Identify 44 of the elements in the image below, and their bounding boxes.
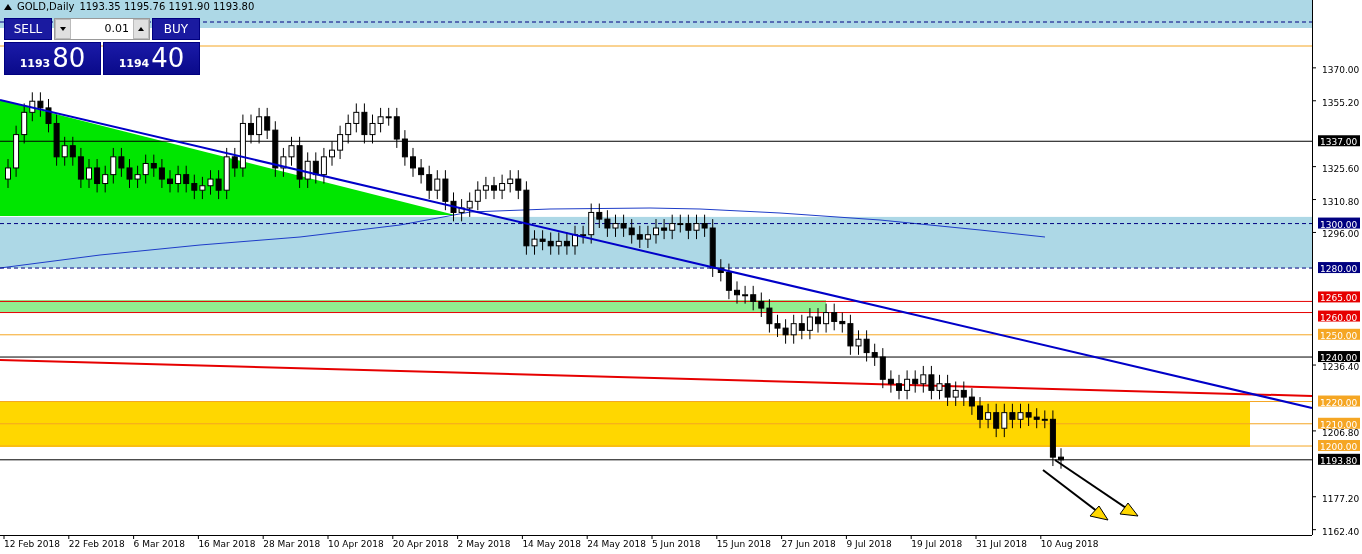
buy-button[interactable]: BUY xyxy=(152,18,200,40)
ohlc-values: 1193.35 1195.76 1191.90 1193.80 xyxy=(79,1,255,12)
date-tick-label: 22 Feb 2018 xyxy=(68,539,125,549)
date-tick-label: 27 Jun 2018 xyxy=(781,539,836,549)
symbol-label: GOLD,Daily xyxy=(17,1,75,12)
date-tick-label: 5 Jun 2018 xyxy=(652,539,701,549)
price-tick-label: 1236.40 xyxy=(1322,362,1360,373)
price-level-label: 1193.80 xyxy=(1318,453,1360,466)
date-tick-label: 31 Jul 2018 xyxy=(976,539,1027,549)
triangle-icon[interactable] xyxy=(4,3,12,10)
price-level-label: 1200.00 xyxy=(1318,440,1360,452)
price-level-label: 1240.00 xyxy=(1318,351,1360,364)
price-level-label: 1280.00 xyxy=(1318,262,1360,275)
date-tick-label: 16 Mar 2018 xyxy=(198,539,256,549)
price-tick-label: 1310.80 xyxy=(1322,196,1360,207)
price-level-label: 1265.00 xyxy=(1318,291,1360,304)
price-tick-label: 1177.20 xyxy=(1322,493,1360,504)
price-level-label: 1300.00 xyxy=(1318,217,1360,230)
date-tick-label: 12 Feb 2018 xyxy=(4,539,60,549)
date-tick-label: 9 Jul 2018 xyxy=(846,539,892,549)
price-level-label: 1220.00 xyxy=(1318,395,1360,408)
price-tick-label: 1370.00 xyxy=(1322,64,1360,75)
price-tick-label: 1206.80 xyxy=(1322,427,1360,438)
price-level-label: 1210.00 xyxy=(1318,417,1360,430)
date-tick-label: 28 Mar 2018 xyxy=(263,539,321,549)
price-tick-label: 1325.60 xyxy=(1322,163,1360,174)
price-tick-label: 1162.40 xyxy=(1322,526,1360,537)
price-level-label: 1337.00 xyxy=(1318,135,1360,148)
buy-price-button[interactable]: 1194 40 xyxy=(103,42,200,75)
sell-price-button[interactable]: 1193 80 xyxy=(4,42,101,75)
price-tick-label: 1355.20 xyxy=(1322,97,1360,108)
price-level-label: 1260.00 xyxy=(1318,310,1360,323)
price-level-label: 1250.00 xyxy=(1318,328,1360,341)
date-tick-label: 20 Apr 2018 xyxy=(392,539,449,549)
date-tick-label: 2 May 2018 xyxy=(457,539,511,549)
date-tick-label: 19 Jul 2018 xyxy=(911,539,963,549)
date-tick-label: 15 Jun 2018 xyxy=(716,539,771,549)
date-tick-label: 10 Apr 2018 xyxy=(328,539,384,549)
date-tick-label: 14 May 2018 xyxy=(522,539,582,549)
date-tick-label: 24 May 2018 xyxy=(587,539,646,549)
date-tick-label: 6 Mar 2018 xyxy=(133,539,185,549)
price-tick-label: 1296.00 xyxy=(1322,229,1360,240)
date-tick-label: 10 Aug 2018 xyxy=(1040,539,1099,549)
sell-button[interactable]: SELL xyxy=(4,18,52,40)
